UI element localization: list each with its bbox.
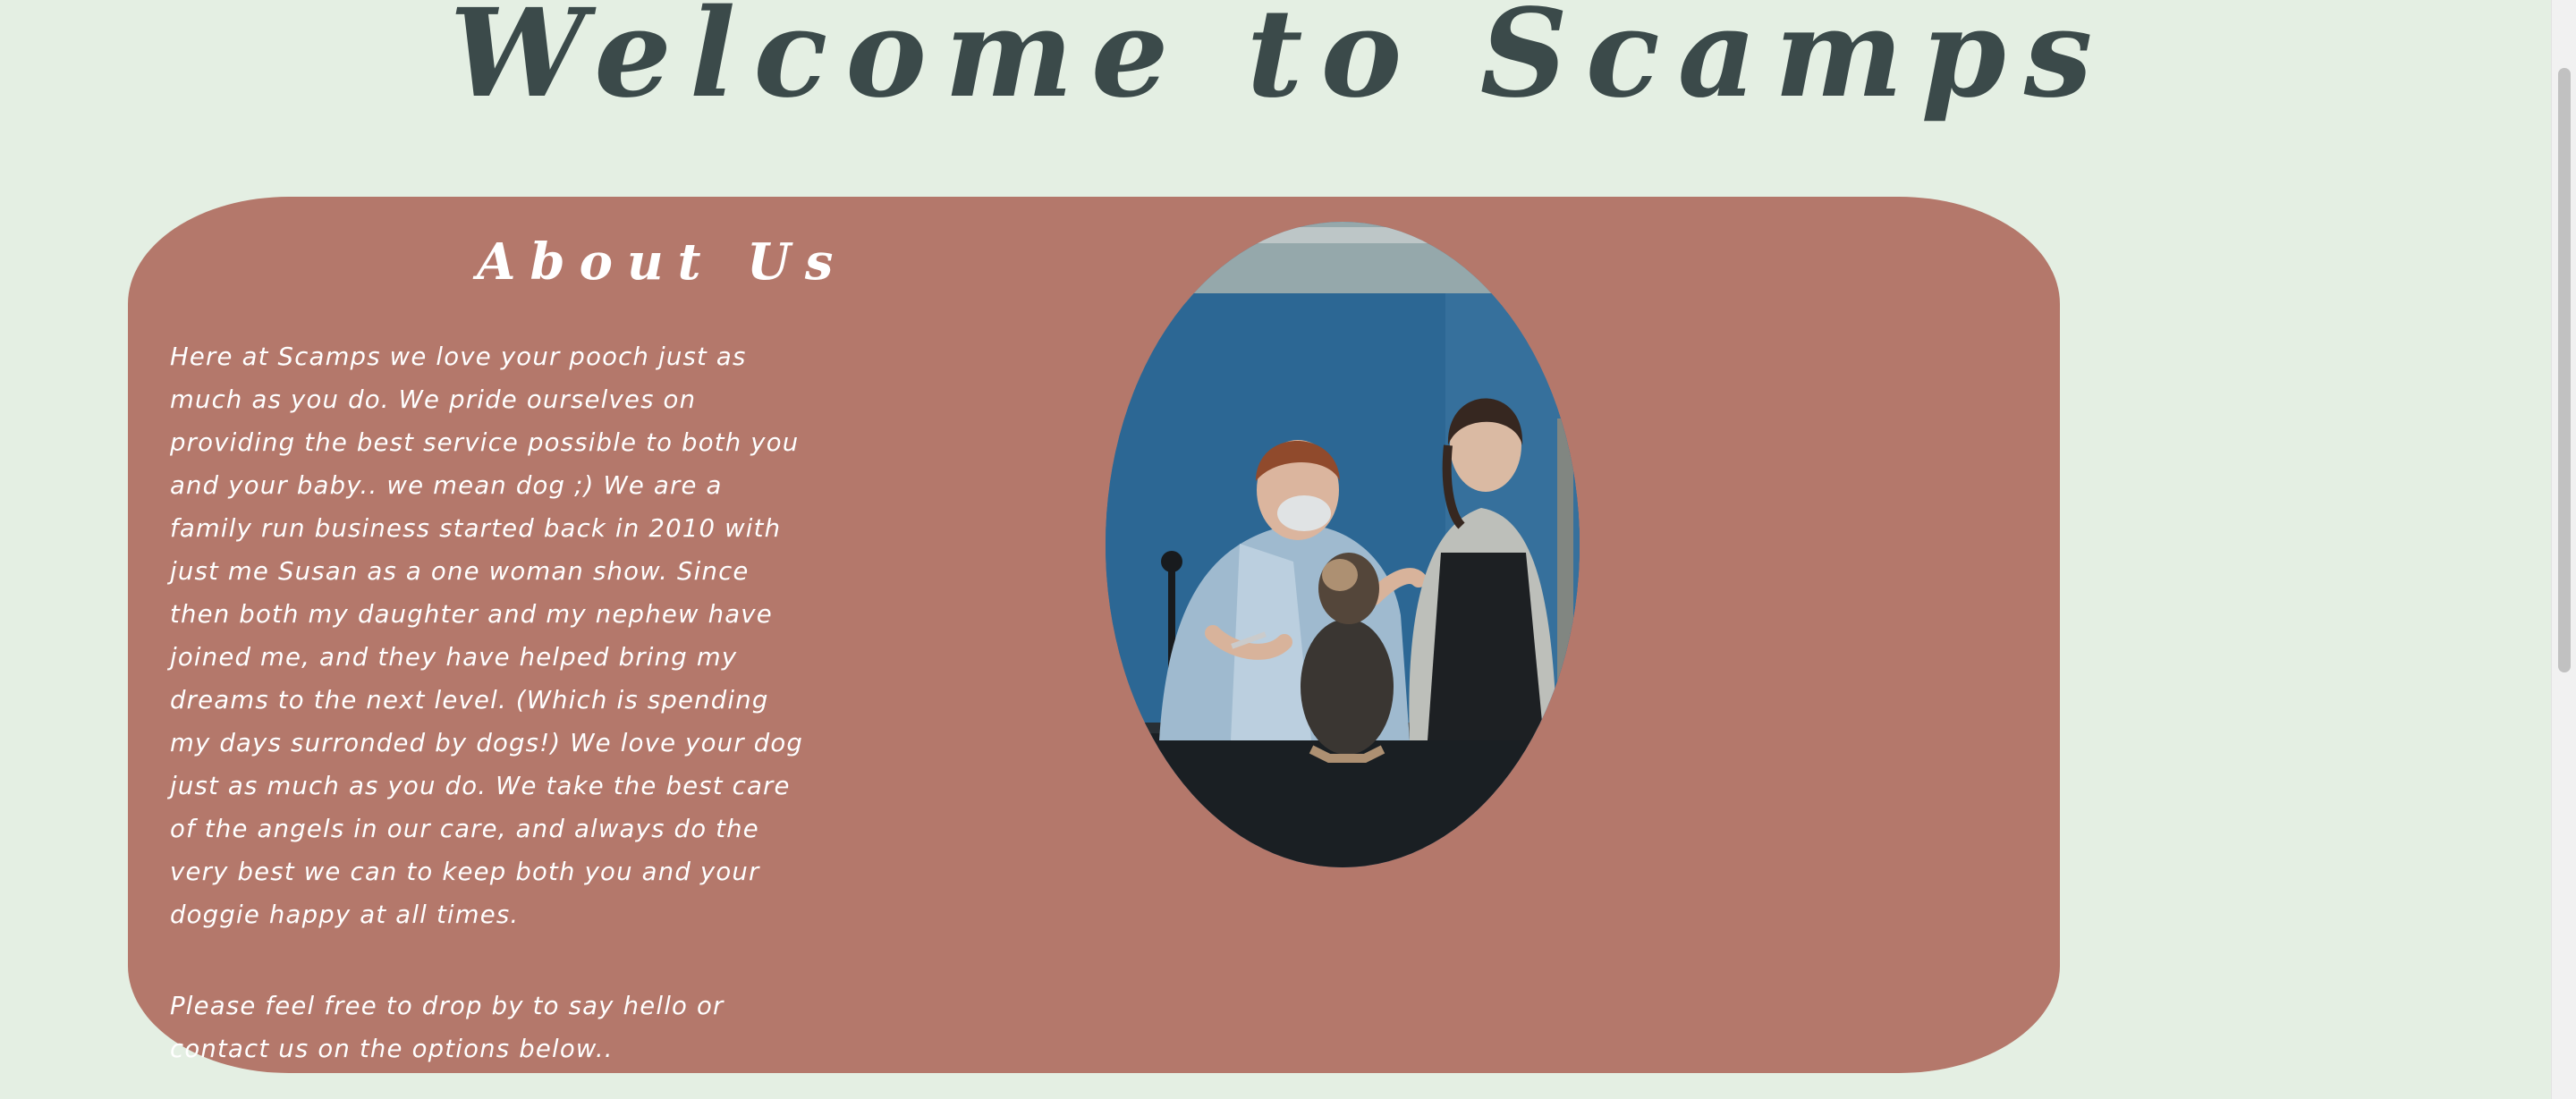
- about-heading: About Us: [477, 232, 848, 292]
- about-text: Here at Scamps we love your pooch just a…: [170, 335, 805, 1099]
- grooming-photo: [1106, 222, 1580, 867]
- about-paragraph: Here at Scamps we love your pooch just a…: [170, 342, 804, 929]
- scrollbar-thumb[interactable]: [2558, 68, 2571, 672]
- vertical-scrollbar[interactable]: [2551, 0, 2576, 1099]
- about-paragraph: Please feel free to drop by to say hello…: [170, 992, 724, 1063]
- grooming-photo-illustration: [1106, 222, 1580, 867]
- site-title: Welcome to Scamps: [449, 0, 2111, 125]
- about-section: About Us Here at Scamps we love your poo…: [128, 197, 2060, 1073]
- page: Welcome to Scamps About Us Here at Scamp…: [0, 0, 2551, 1099]
